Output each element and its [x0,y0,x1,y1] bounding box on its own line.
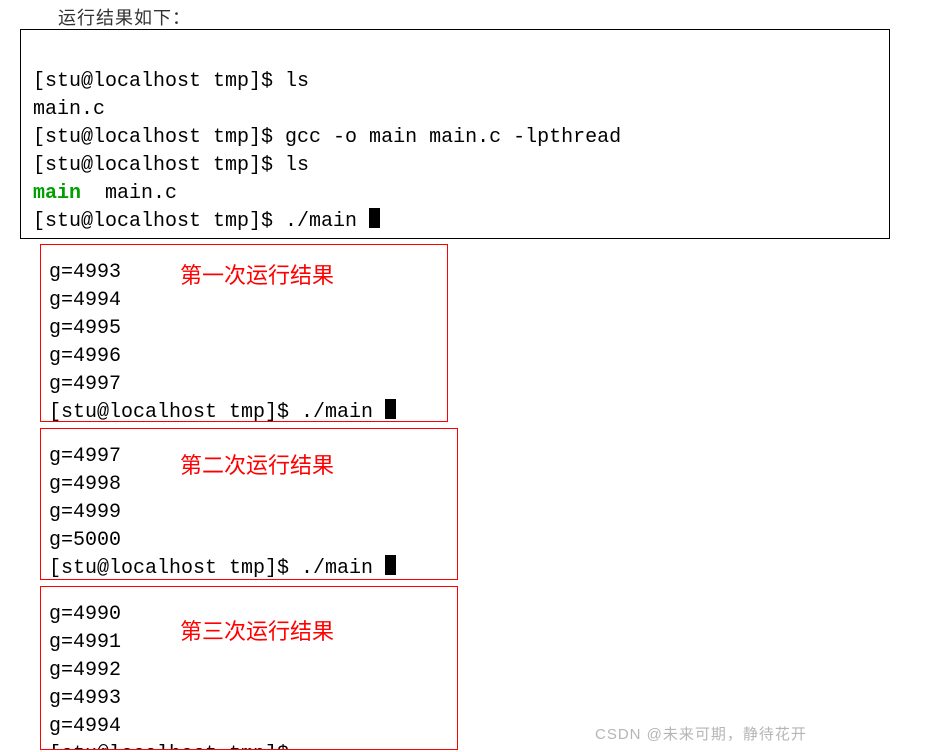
output-line: g=4997 [49,373,121,396]
terminal-line: [stu@localhost tmp]$ ./main [49,401,396,422]
terminal-line: main.c [33,98,105,121]
run-result-3: g=4990 g=4991 g=4992 g=4993 g=4994 [stu@… [40,586,458,750]
watermark-text: CSDN @未来可期，静待花开 [595,723,807,744]
cmd-run: ./main [301,401,385,422]
cmd-run: ./main [285,210,369,233]
run1-label: 第一次运行结果 [180,258,334,290]
output-line: g=4991 [49,631,121,654]
cmd-ls: ls [285,70,309,93]
output-line: g=4997 [49,445,121,468]
file-main-exe: main [33,182,81,205]
output-line: g=5000 [49,529,121,552]
shell-prompt: [stu@localhost tmp]$ [33,70,285,93]
file-mainc: main.c [33,98,105,121]
terminal-line: main main.c [33,182,177,205]
terminal-line: [stu@localhost tmp]$ ls [33,70,309,93]
output-line: g=4993 [49,261,121,284]
terminal-line: [stu@localhost tmp]$ [49,743,301,750]
terminal-line: [stu@localhost tmp]$ gcc -o main main.c … [33,126,621,149]
shell-prompt: [stu@localhost tmp]$ [33,154,285,177]
cmd-run: ./main [301,557,385,580]
cursor-icon [385,555,396,575]
output-line: g=4998 [49,473,121,496]
shell-prompt: [stu@localhost tmp]$ [33,210,285,233]
terminal-line: [stu@localhost tmp]$ ls [33,154,309,177]
shell-prompt: [stu@localhost tmp]$ [49,557,301,580]
shell-prompt: [stu@localhost tmp]$ [33,126,285,149]
run3-label: 第三次运行结果 [180,614,334,646]
output-line: g=4994 [49,715,121,738]
output-line: g=4994 [49,289,121,312]
terminal-initial: [stu@localhost tmp]$ ls main.c [stu@loca… [20,29,890,239]
caption-text: 运行结果如下： [58,4,191,30]
output-line: g=4996 [49,345,121,368]
output-line: g=4995 [49,317,121,340]
terminal-line: [stu@localhost tmp]$ ./main [33,210,380,233]
cmd-gcc: gcc -o main main.c -lpthread [285,126,621,149]
terminal-line: [stu@localhost tmp]$ ./main [49,557,396,580]
cursor-icon [385,399,396,419]
output-line: g=4992 [49,659,121,682]
run2-label: 第二次运行结果 [180,448,334,480]
shell-prompt: [stu@localhost tmp]$ [49,401,301,422]
shell-prompt: [stu@localhost tmp]$ [49,743,301,750]
output-line: g=4999 [49,501,121,524]
output-line: g=4993 [49,687,121,710]
cmd-ls: ls [285,154,309,177]
output-line: g=4990 [49,603,121,626]
cursor-icon [369,208,380,228]
file-mainc: main.c [81,182,177,205]
